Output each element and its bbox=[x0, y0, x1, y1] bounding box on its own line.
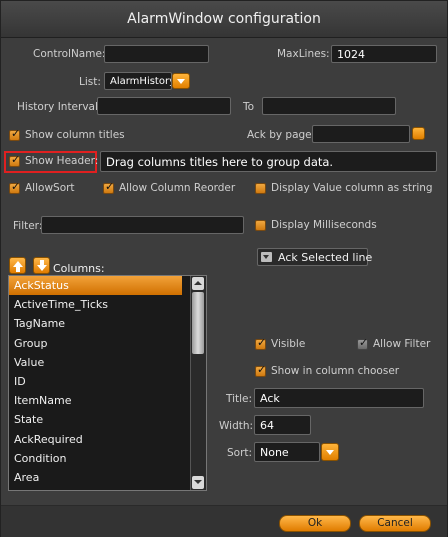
allow-filter-checkbox[interactable]: ✓ bbox=[357, 336, 369, 350]
check-icon: ✓ bbox=[11, 180, 21, 193]
history-interval-label: History Interval: bbox=[17, 101, 102, 113]
show-header-checkbox[interactable]: ✓ bbox=[9, 153, 21, 167]
title-label: Title: bbox=[226, 393, 253, 405]
max-lines-label: MaxLines: bbox=[277, 48, 330, 60]
show-column-titles-checkbox[interactable]: ✓ bbox=[9, 127, 21, 141]
column-list-item[interactable]: AckStatus bbox=[9, 276, 182, 296]
column-list-item[interactable]: ID bbox=[9, 372, 206, 391]
list-label: List: bbox=[79, 76, 101, 88]
control-name-label: ControlName: bbox=[33, 48, 106, 60]
show-column-titles-label: Show column titles bbox=[25, 129, 125, 141]
sort-dropdown-button[interactable] bbox=[321, 443, 339, 461]
column-width-input[interactable]: 64 bbox=[254, 415, 311, 435]
column-title-input[interactable]: Ack bbox=[254, 388, 424, 408]
display-value-string-label: Display Value column as string bbox=[271, 182, 433, 194]
column-list-item[interactable]: State bbox=[9, 410, 206, 429]
filter-input[interactable] bbox=[41, 216, 244, 234]
max-lines-input[interactable]: 1024 bbox=[331, 45, 437, 63]
check-icon: ✓ bbox=[257, 336, 267, 349]
cancel-button[interactable]: Cancel bbox=[359, 515, 431, 532]
visible-checkbox[interactable]: ✓ bbox=[255, 336, 267, 350]
column-list-item[interactable]: ItemName bbox=[9, 391, 206, 410]
columns-list: AckStatus ActiveTime_Ticks TagName Group Val… bbox=[9, 276, 206, 487]
allow-column-reorder-checkbox[interactable]: ✓ bbox=[103, 180, 115, 194]
column-list-item[interactable]: Group bbox=[9, 334, 206, 353]
show-header-label: Show Header: bbox=[25, 155, 99, 167]
history-from-input[interactable] bbox=[97, 97, 231, 115]
list-scrollbar[interactable] bbox=[190, 276, 206, 490]
allow-column-reorder-label: Allow Column Reorder bbox=[119, 182, 236, 194]
column-list-item[interactable]: TagName bbox=[9, 314, 206, 333]
width-label: Width: bbox=[219, 420, 254, 432]
ok-button[interactable]: Ok bbox=[279, 515, 351, 532]
show-in-chooser-label: Show in column chooser bbox=[271, 365, 400, 377]
ack-by-page-label: Ack by page: bbox=[247, 129, 316, 141]
move-up-button[interactable] bbox=[9, 257, 26, 274]
display-milliseconds-checkbox[interactable] bbox=[255, 220, 266, 231]
show-header-text-input[interactable]: Drag columns titles here to group data. bbox=[100, 151, 437, 172]
list-select[interactable]: AlarmHistory bbox=[104, 72, 172, 90]
sort-label: Sort: bbox=[227, 447, 253, 459]
scroll-down-button[interactable] bbox=[192, 476, 204, 489]
column-list-item[interactable]: Value bbox=[9, 353, 206, 372]
sort-select[interactable]: None bbox=[254, 442, 320, 462]
scroll-up-button[interactable] bbox=[192, 277, 204, 290]
check-icon: ✓ bbox=[11, 127, 21, 140]
check-icon: ✓ bbox=[105, 180, 115, 193]
ack-icon bbox=[261, 252, 272, 262]
check-icon: ✓ bbox=[11, 153, 21, 166]
show-in-chooser-checkbox[interactable]: ✓ bbox=[255, 363, 267, 377]
arrow-down-icon bbox=[37, 265, 47, 271]
columns-label: Columns: bbox=[53, 262, 105, 275]
ack-selected-line-button[interactable]: Ack Selected line bbox=[257, 248, 372, 266]
check-icon: ✓ bbox=[359, 336, 369, 349]
history-to-label: To bbox=[243, 101, 255, 113]
display-milliseconds-label: Display Milliseconds bbox=[271, 219, 377, 231]
display-value-string-checkbox[interactable] bbox=[255, 183, 266, 194]
history-to-input[interactable] bbox=[262, 97, 396, 115]
scroll-up-icon bbox=[194, 281, 202, 285]
move-down-button[interactable] bbox=[33, 257, 50, 274]
scroll-down-icon bbox=[194, 480, 202, 484]
column-list-item[interactable]: ActiveTime_Ticks bbox=[9, 295, 206, 314]
chevron-down-icon bbox=[326, 450, 334, 455]
allow-sort-checkbox[interactable]: ✓ bbox=[9, 180, 21, 194]
list-dropdown-button[interactable] bbox=[172, 73, 190, 89]
window-title: AlarmWindow configuration bbox=[1, 1, 447, 38]
ack-by-page-button[interactable] bbox=[412, 127, 425, 140]
allow-sort-label: AllowSort bbox=[25, 182, 75, 194]
column-list-item[interactable]: Condition bbox=[9, 449, 206, 468]
check-icon: ✓ bbox=[257, 363, 267, 376]
ack-selected-line-label: Ack Selected line bbox=[278, 251, 373, 264]
config-window: AlarmWindow configuration ControlName: M… bbox=[0, 0, 448, 537]
ack-by-page-input[interactable] bbox=[312, 125, 410, 143]
control-name-input[interactable] bbox=[104, 45, 209, 63]
chevron-down-icon bbox=[177, 79, 185, 84]
filter-label: Filter: bbox=[13, 220, 43, 232]
column-list-item[interactable]: Area bbox=[9, 468, 206, 487]
visible-label: Visible bbox=[271, 338, 306, 350]
columns-listbox[interactable]: AckStatus ActiveTime_Ticks TagName Group Val… bbox=[8, 275, 207, 491]
allow-filter-label: Allow Filter bbox=[373, 338, 431, 350]
column-list-item[interactable]: AckRequired bbox=[9, 430, 206, 449]
scroll-thumb[interactable] bbox=[192, 292, 204, 354]
